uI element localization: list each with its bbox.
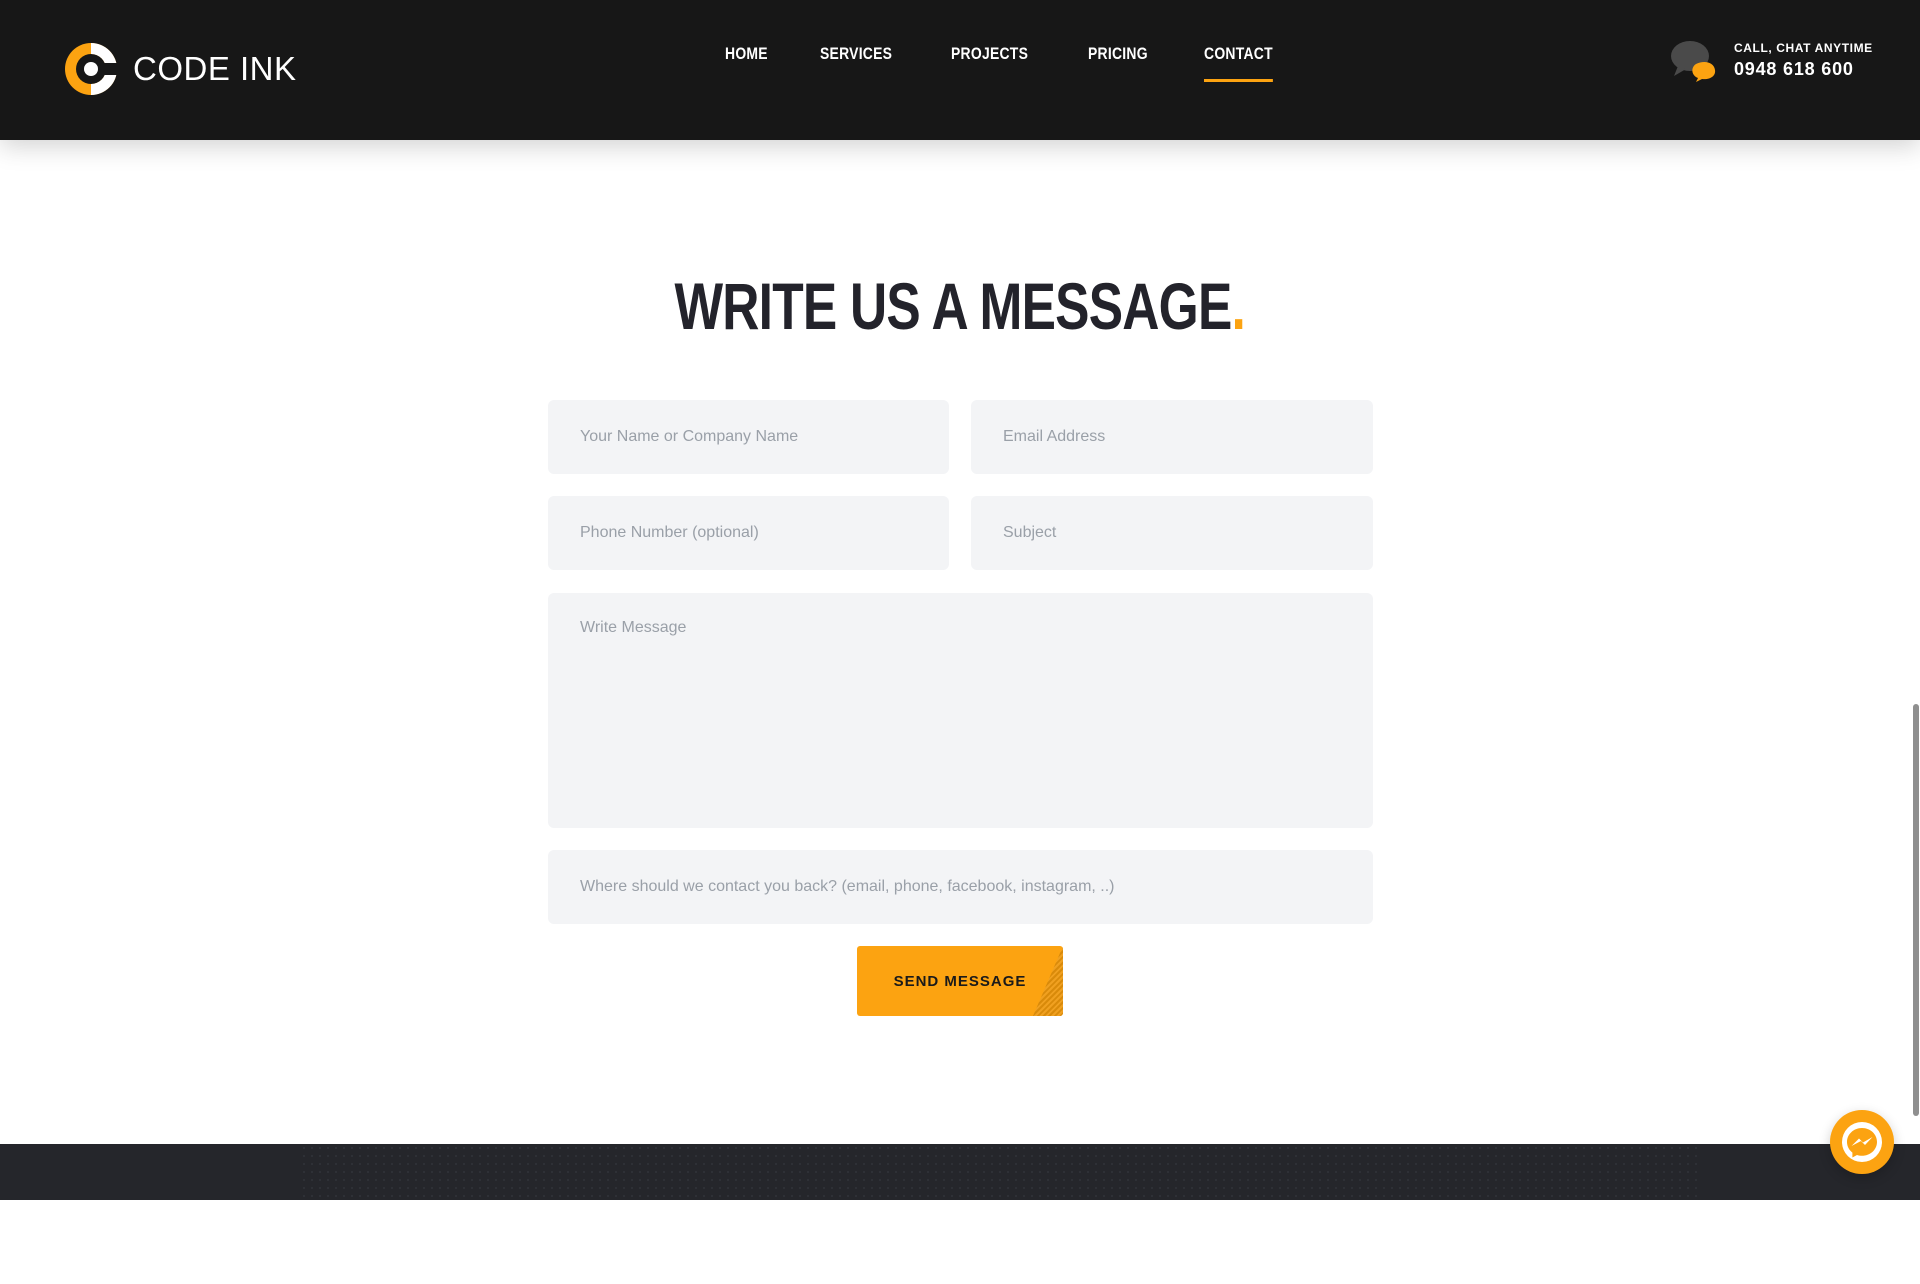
subject-input[interactable]: [971, 496, 1373, 570]
site-footer: [0, 1144, 1920, 1200]
main-nav: HOME SERVICES PROJECTS PRICING CONTACT: [725, 44, 1331, 84]
logo-icon: [65, 43, 119, 95]
name-input[interactable]: [548, 400, 949, 474]
logo-text: CODE INK: [133, 50, 297, 87]
button-stripe-decoration: [1033, 946, 1063, 1016]
site-header: CODE INK HOME SERVICES PROJECTS PRICING …: [0, 0, 1920, 140]
phone-input[interactable]: [548, 496, 949, 570]
header-contact[interactable]: CALL, CHAT ANYTIME 0948 618 600: [1670, 38, 1873, 82]
nav-home[interactable]: HOME: [725, 44, 768, 84]
nav-projects[interactable]: PROJECTS: [951, 44, 1028, 84]
send-message-button[interactable]: SEND MESSAGE: [857, 946, 1063, 1016]
messenger-button[interactable]: [1830, 1110, 1894, 1174]
logo[interactable]: CODE INK: [63, 41, 297, 97]
contact-label: CALL, CHAT ANYTIME: [1734, 40, 1873, 55]
scrollbar[interactable]: [1908, 280, 1920, 1284]
title-text: WRITE US A MESSAGE: [674, 269, 1233, 343]
title-dot: .: [1231, 269, 1246, 343]
contact-section: WRITE US A MESSAGE. SEND MESSAGE: [0, 140, 1920, 1144]
nav-services[interactable]: SERVICES: [820, 44, 892, 84]
email-input[interactable]: [971, 400, 1373, 474]
contact-back-input[interactable]: [548, 850, 1373, 924]
contact-text: CALL, CHAT ANYTIME 0948 618 600: [1734, 41, 1873, 80]
footer-dot-pattern: [300, 1144, 1700, 1200]
message-textarea[interactable]: [548, 593, 1373, 828]
contact-phone[interactable]: 0948 618 600: [1734, 59, 1873, 80]
chat-bubbles-icon: [1671, 41, 1716, 82]
page-title: WRITE US A MESSAGE.: [0, 268, 1920, 344]
send-message-label: SEND MESSAGE: [893, 972, 1027, 990]
nav-contact[interactable]: CONTACT: [1204, 44, 1274, 84]
messenger-icon: [1842, 1122, 1882, 1162]
nav-pricing[interactable]: PRICING: [1088, 44, 1148, 84]
scrollbar-thumb[interactable]: [1913, 704, 1919, 1116]
